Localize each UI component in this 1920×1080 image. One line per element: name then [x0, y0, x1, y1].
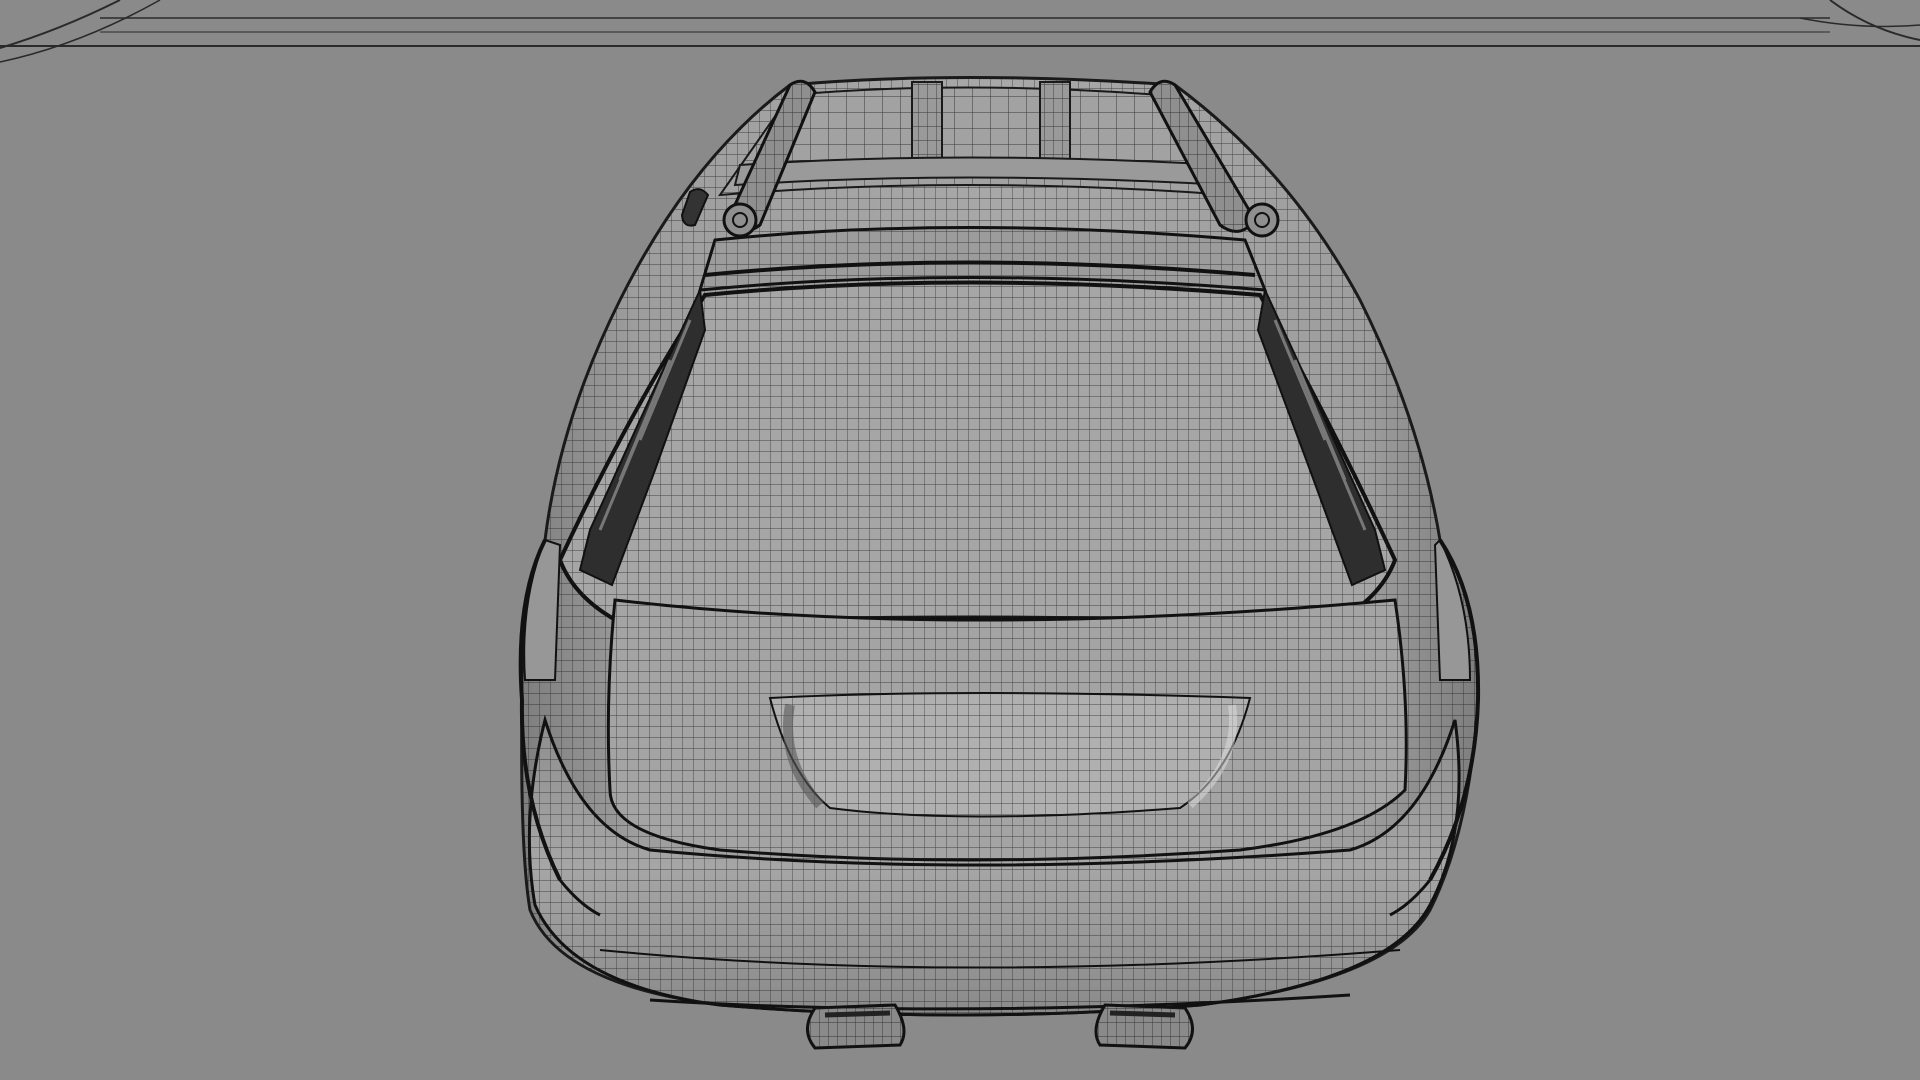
tail-light-left	[523, 538, 562, 681]
wireframe-render	[0, 0, 1920, 1050]
car-model	[518, 76, 1481, 1050]
3d-viewport[interactable]	[0, 0, 1920, 1080]
ground-plane	[0, 0, 1920, 63]
